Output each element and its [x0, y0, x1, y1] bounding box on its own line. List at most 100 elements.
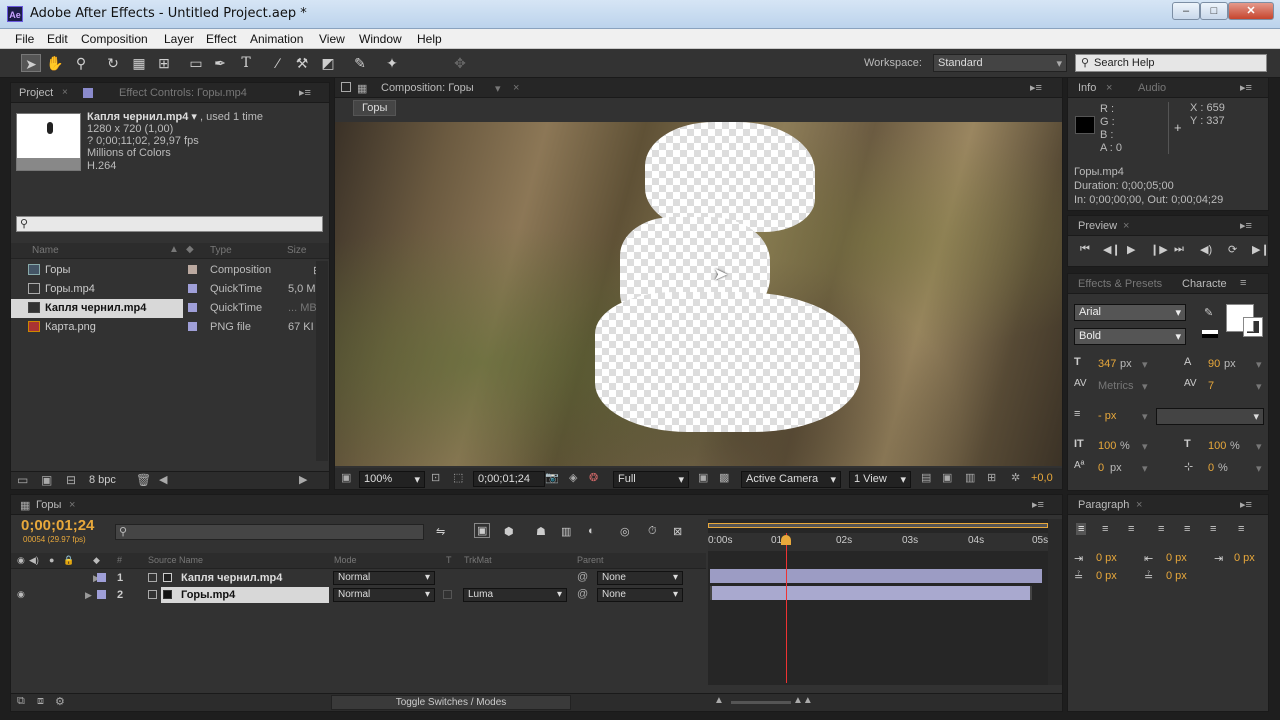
parent-select[interactable]: None ▾ — [597, 588, 683, 602]
chevron-down-icon[interactable]: ▾ — [1256, 440, 1262, 453]
layer-row[interactable]: ◉ ▶ 2 Горы.mp4 Normal ▾ Luma ▾ @ None ▾ — [11, 587, 706, 604]
zoom-out-icon[interactable]: ▲ — [714, 695, 724, 706]
column-mode[interactable]: Mode — [334, 555, 357, 565]
new-composition-icon[interactable]: ⊟ — [66, 473, 76, 487]
always-preview-icon[interactable]: ▣ — [341, 471, 351, 484]
blend-mode-select[interactable]: Normal ▾ — [333, 571, 435, 585]
label-color-swatch[interactable] — [97, 590, 106, 599]
panel-menu-icon[interactable]: ▸≡ — [1030, 81, 1042, 94]
last-frame-icon[interactable]: ⏭ — [1174, 243, 1184, 256]
pan-behind-tool-icon[interactable]: ⊞ — [154, 54, 174, 72]
expand-arrow-icon[interactable]: ▶ — [85, 590, 92, 601]
tsume-value[interactable]: 0 — [1208, 462, 1214, 474]
lock-icon[interactable]: 🔒 — [63, 555, 74, 566]
ram-preview-icon[interactable]: ▶❙ — [1252, 243, 1270, 256]
exposure-reset-icon[interactable]: ✲ — [1011, 471, 1020, 484]
in-out-icon[interactable]: ⚙ — [55, 695, 65, 708]
panel-menu-icon[interactable]: ▸≡ — [1240, 219, 1252, 232]
lock-icon[interactable] — [341, 82, 351, 92]
column-parent[interactable]: Parent — [577, 555, 604, 565]
panel-menu-icon[interactable]: ▸≡ — [1240, 498, 1252, 511]
layer-duration-bar[interactable] — [710, 586, 1032, 600]
rotation-tool-icon[interactable]: ↻ — [103, 54, 123, 72]
panel-menu-icon[interactable]: ▸≡ — [299, 86, 311, 99]
chevron-down-icon[interactable]: ▾ — [1142, 410, 1148, 423]
rectangle-tool-icon[interactable]: ▭ — [186, 54, 206, 72]
live-update-icon[interactable]: ▣ — [474, 523, 491, 538]
project-scrollbar[interactable] — [316, 261, 328, 461]
maximize-button[interactable]: □ — [1200, 2, 1228, 20]
timeline-search-input[interactable]: ⚲ — [115, 524, 424, 540]
chevron-down-icon[interactable]: ▾ — [1142, 462, 1148, 475]
vertical-scale-value[interactable]: 100 — [1098, 440, 1116, 452]
layer-name-highlight[interactable]: Горы.mp4 — [161, 587, 329, 603]
timeline-current-time[interactable]: 0;00;01;24 — [21, 517, 94, 534]
workspace-select[interactable]: Standard ▾ — [933, 54, 1067, 72]
zoom-tool-icon[interactable]: ⚲ — [71, 54, 91, 72]
shy-layers-icon[interactable]: ☗ — [536, 525, 546, 538]
panel-menu-icon[interactable]: ▸≡ — [1032, 498, 1044, 511]
justify-center-icon[interactable]: ≡ — [1184, 523, 1190, 535]
font-style-select[interactable]: Bold ▾ — [1074, 328, 1186, 345]
audio-icon[interactable]: ◀) — [29, 555, 39, 566]
label-color-swatch[interactable] — [97, 573, 106, 582]
chevron-down-icon[interactable]: ▾ — [1142, 358, 1148, 371]
close-button[interactable]: ✕ — [1228, 2, 1274, 20]
layer-switches-icon[interactable]: ⧉ — [17, 695, 25, 708]
eraser-tool-icon[interactable]: ◩ — [318, 54, 338, 72]
close-icon[interactable]: × — [1136, 499, 1142, 511]
chevron-down-icon[interactable]: ▾ — [1256, 380, 1262, 393]
menu-view[interactable]: View — [319, 32, 345, 46]
menu-layer[interactable]: Layer — [164, 32, 194, 46]
close-icon[interactable]: × — [69, 499, 75, 511]
menu-animation[interactable]: Animation — [250, 32, 303, 46]
menu-file[interactable]: File — [15, 32, 34, 46]
tab-effect-controls[interactable]: Effect Controls: Горы.mp4 — [119, 87, 247, 99]
label-color-swatch[interactable] — [188, 265, 197, 274]
tab-character[interactable]: Characte — [1182, 278, 1227, 290]
stroke-style-select[interactable]: ▾ — [1156, 408, 1264, 425]
column-size[interactable]: Size — [287, 245, 306, 256]
tracking-value[interactable]: 7 — [1208, 380, 1214, 392]
loop-icon[interactable]: ⟳ — [1228, 243, 1237, 256]
menu-window[interactable]: Window — [359, 32, 402, 46]
column-trkmat[interactable]: TrkMat — [464, 555, 492, 565]
label-tag-icon[interactable]: ◆ — [186, 244, 194, 255]
close-icon[interactable]: × — [62, 87, 68, 98]
solo-icon[interactable]: ● — [49, 555, 54, 565]
bit-depth-button[interactable]: 8 bpc — [89, 474, 116, 486]
project-item-row[interactable]: Горы.mp4 QuickTime 5,0 M — [11, 280, 329, 299]
indent-right-value[interactable]: 0 px — [1166, 552, 1187, 564]
tab-timeline-composition[interactable]: Горы — [36, 499, 61, 511]
frame-blending-icon[interactable]: ▥ — [561, 525, 571, 538]
tab-paragraph[interactable]: Paragraph — [1078, 499, 1129, 511]
scroll-right-icon[interactable]: ▶ — [299, 473, 307, 486]
flowchart-icon[interactable]: ⊞ — [987, 471, 996, 484]
layer-name[interactable]: Горы.mp4 — [181, 589, 235, 601]
transparency-grid-icon[interactable]: ▩ — [719, 471, 729, 484]
project-item-row[interactable]: Горы Composition ⊞ — [11, 261, 329, 280]
resolution-select[interactable]: Full ▾ — [613, 471, 689, 488]
pixel-aspect-icon[interactable]: ▤ — [921, 471, 931, 484]
next-frame-icon[interactable]: ❙▶ — [1150, 243, 1168, 256]
visibility-icon[interactable]: ◉ — [17, 555, 25, 566]
menu-composition[interactable]: Composition — [81, 32, 148, 46]
tab-audio[interactable]: Audio — [1138, 82, 1166, 94]
menu-edit[interactable]: Edit — [47, 32, 68, 46]
chevron-down-icon[interactable]: ▾ — [1142, 380, 1148, 393]
baseline-value[interactable]: 0 — [1098, 462, 1104, 474]
clone-stamp-tool-icon[interactable]: ⚒ — [292, 54, 312, 72]
exposure-value[interactable]: +0,0 — [1031, 472, 1053, 484]
column-name[interactable]: Name — [32, 245, 59, 256]
composition-breadcrumb[interactable]: Горы — [353, 100, 397, 116]
font-size-value[interactable]: 347 — [1098, 358, 1116, 370]
justify-right-icon[interactable]: ≡ — [1210, 523, 1216, 535]
tab-composition[interactable]: Composition: Горы — [381, 82, 474, 94]
project-item-row-details[interactable]: QuickTime ... MB — [183, 299, 329, 318]
close-icon[interactable]: × — [1123, 220, 1129, 232]
chevron-down-icon[interactable]: ▾ — [1256, 358, 1262, 371]
safe-zones-icon[interactable]: ⊡ — [431, 471, 440, 484]
align-left-icon[interactable]: ≡ — [1076, 523, 1087, 535]
black-white-swatch[interactable] — [1202, 330, 1218, 338]
current-time-display[interactable]: 0;00;01;24 — [473, 471, 545, 487]
